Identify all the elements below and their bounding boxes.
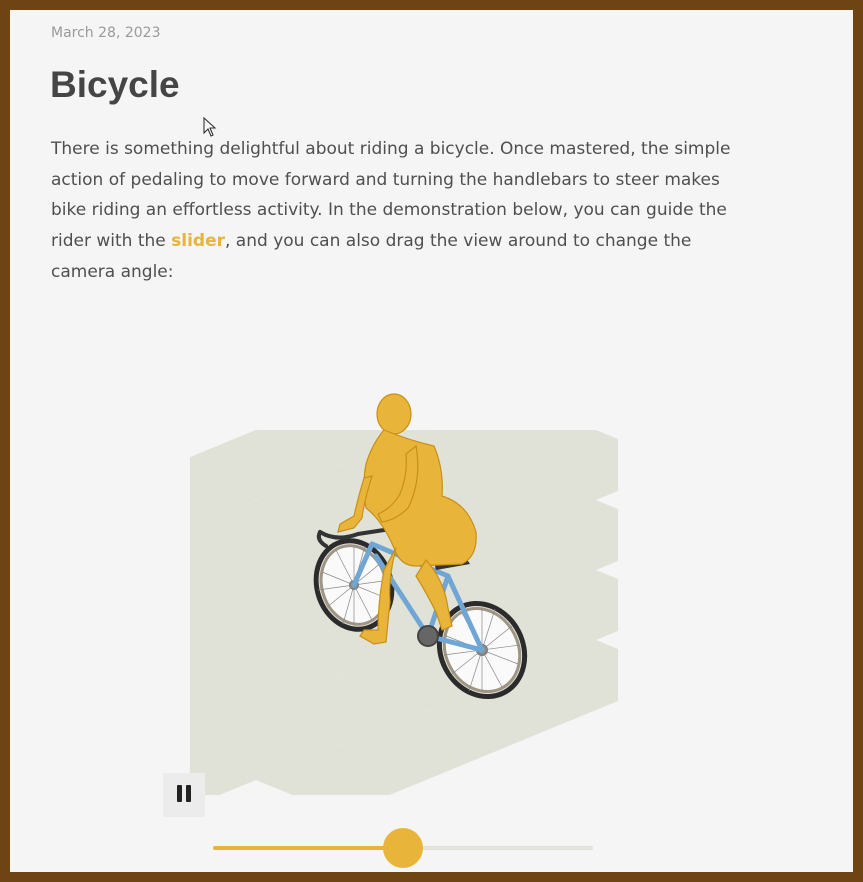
pause-icon xyxy=(175,785,193,805)
rider-slider[interactable] xyxy=(213,828,593,868)
bicycle-scene[interactable] xyxy=(186,380,626,820)
article-page: March 28, 2023 Bicycle There is somethin… xyxy=(10,10,853,872)
slider-thumb[interactable] xyxy=(383,828,423,868)
crankset xyxy=(417,625,439,647)
slider-link[interactable]: slider xyxy=(171,231,225,251)
mouse-cursor-icon xyxy=(203,117,217,137)
post-title: Bicycle xyxy=(50,64,180,105)
slider-fill xyxy=(213,846,403,850)
post-date: March 28, 2023 xyxy=(51,25,161,41)
pause-button[interactable] xyxy=(163,773,205,817)
intro-paragraph: There is something delightful about ridi… xyxy=(51,134,756,288)
